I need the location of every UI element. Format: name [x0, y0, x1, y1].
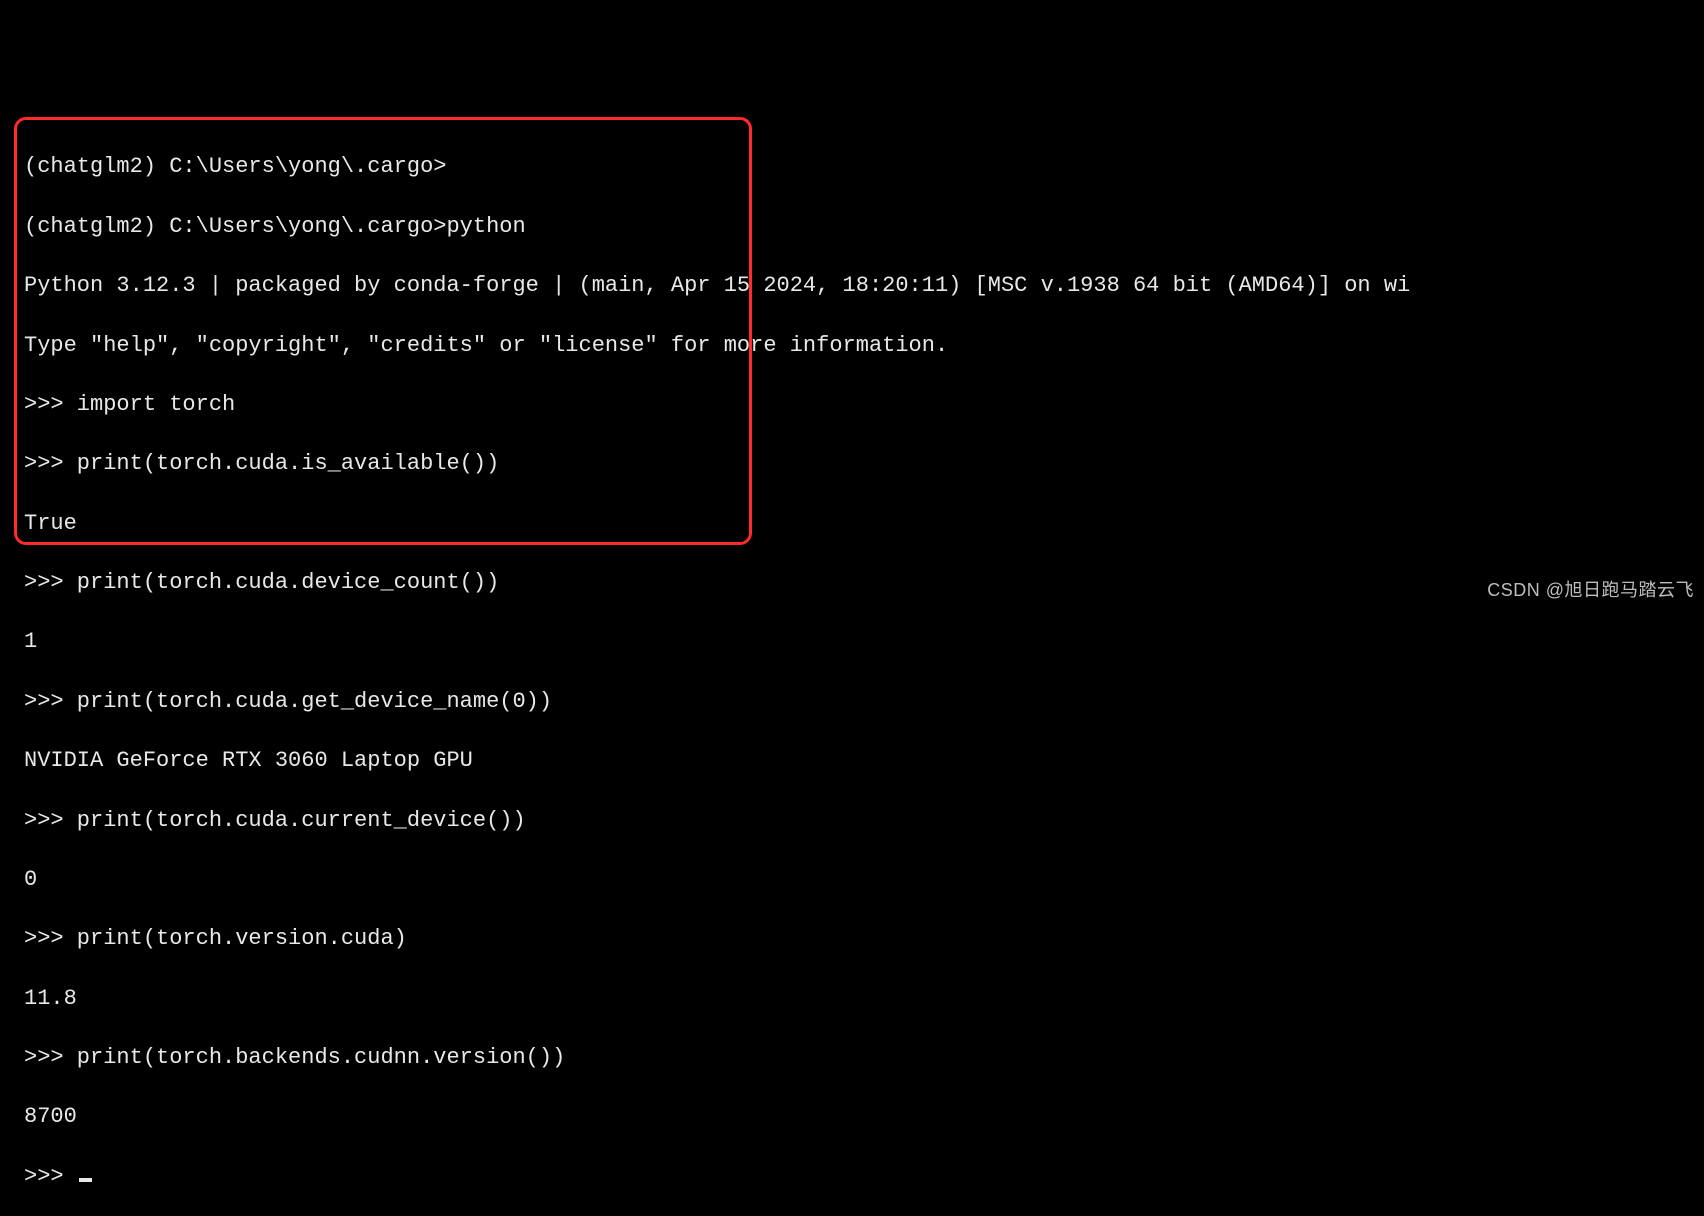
terminal-line: 11.8 — [24, 984, 1704, 1014]
terminal-line: >>> print(torch.backends.cudnn.version()… — [24, 1043, 1704, 1073]
terminal-output[interactable]: (chatglm2) C:\Users\yong\.cargo> (chatgl… — [24, 123, 1704, 1216]
terminal-line: (chatglm2) C:\Users\yong\.cargo>python — [24, 212, 1704, 242]
terminal-prompt-line[interactable]: >>> — [24, 1162, 1704, 1192]
terminal-line: >>> print(torch.cuda.current_device()) — [24, 806, 1704, 836]
terminal-line: Type "help", "copyright", "credits" or "… — [24, 331, 1704, 361]
terminal-line: 0 — [24, 865, 1704, 895]
prompt-text: >>> — [24, 1164, 77, 1189]
terminal-line: 1 — [24, 627, 1704, 657]
terminal-line: >>> print(torch.cuda.is_available()) — [24, 449, 1704, 479]
terminal-line: True — [24, 509, 1704, 539]
terminal-line: 8700 — [24, 1102, 1704, 1132]
terminal-line: >>> print(torch.cuda.get_device_name(0)) — [24, 687, 1704, 717]
terminal-line: NVIDIA GeForce RTX 3060 Laptop GPU — [24, 746, 1704, 776]
terminal-line: >>> print(torch.cuda.device_count()) — [24, 568, 1704, 598]
cursor — [79, 1178, 92, 1182]
terminal-line: >>> print(torch.version.cuda) — [24, 924, 1704, 954]
terminal-line: (chatglm2) C:\Users\yong\.cargo> — [24, 152, 1704, 182]
terminal-line: Python 3.12.3 | packaged by conda-forge … — [24, 271, 1704, 301]
watermark-text: CSDN @旭日跑马踏云飞 — [1487, 578, 1694, 602]
terminal-line: >>> import torch — [24, 390, 1704, 420]
